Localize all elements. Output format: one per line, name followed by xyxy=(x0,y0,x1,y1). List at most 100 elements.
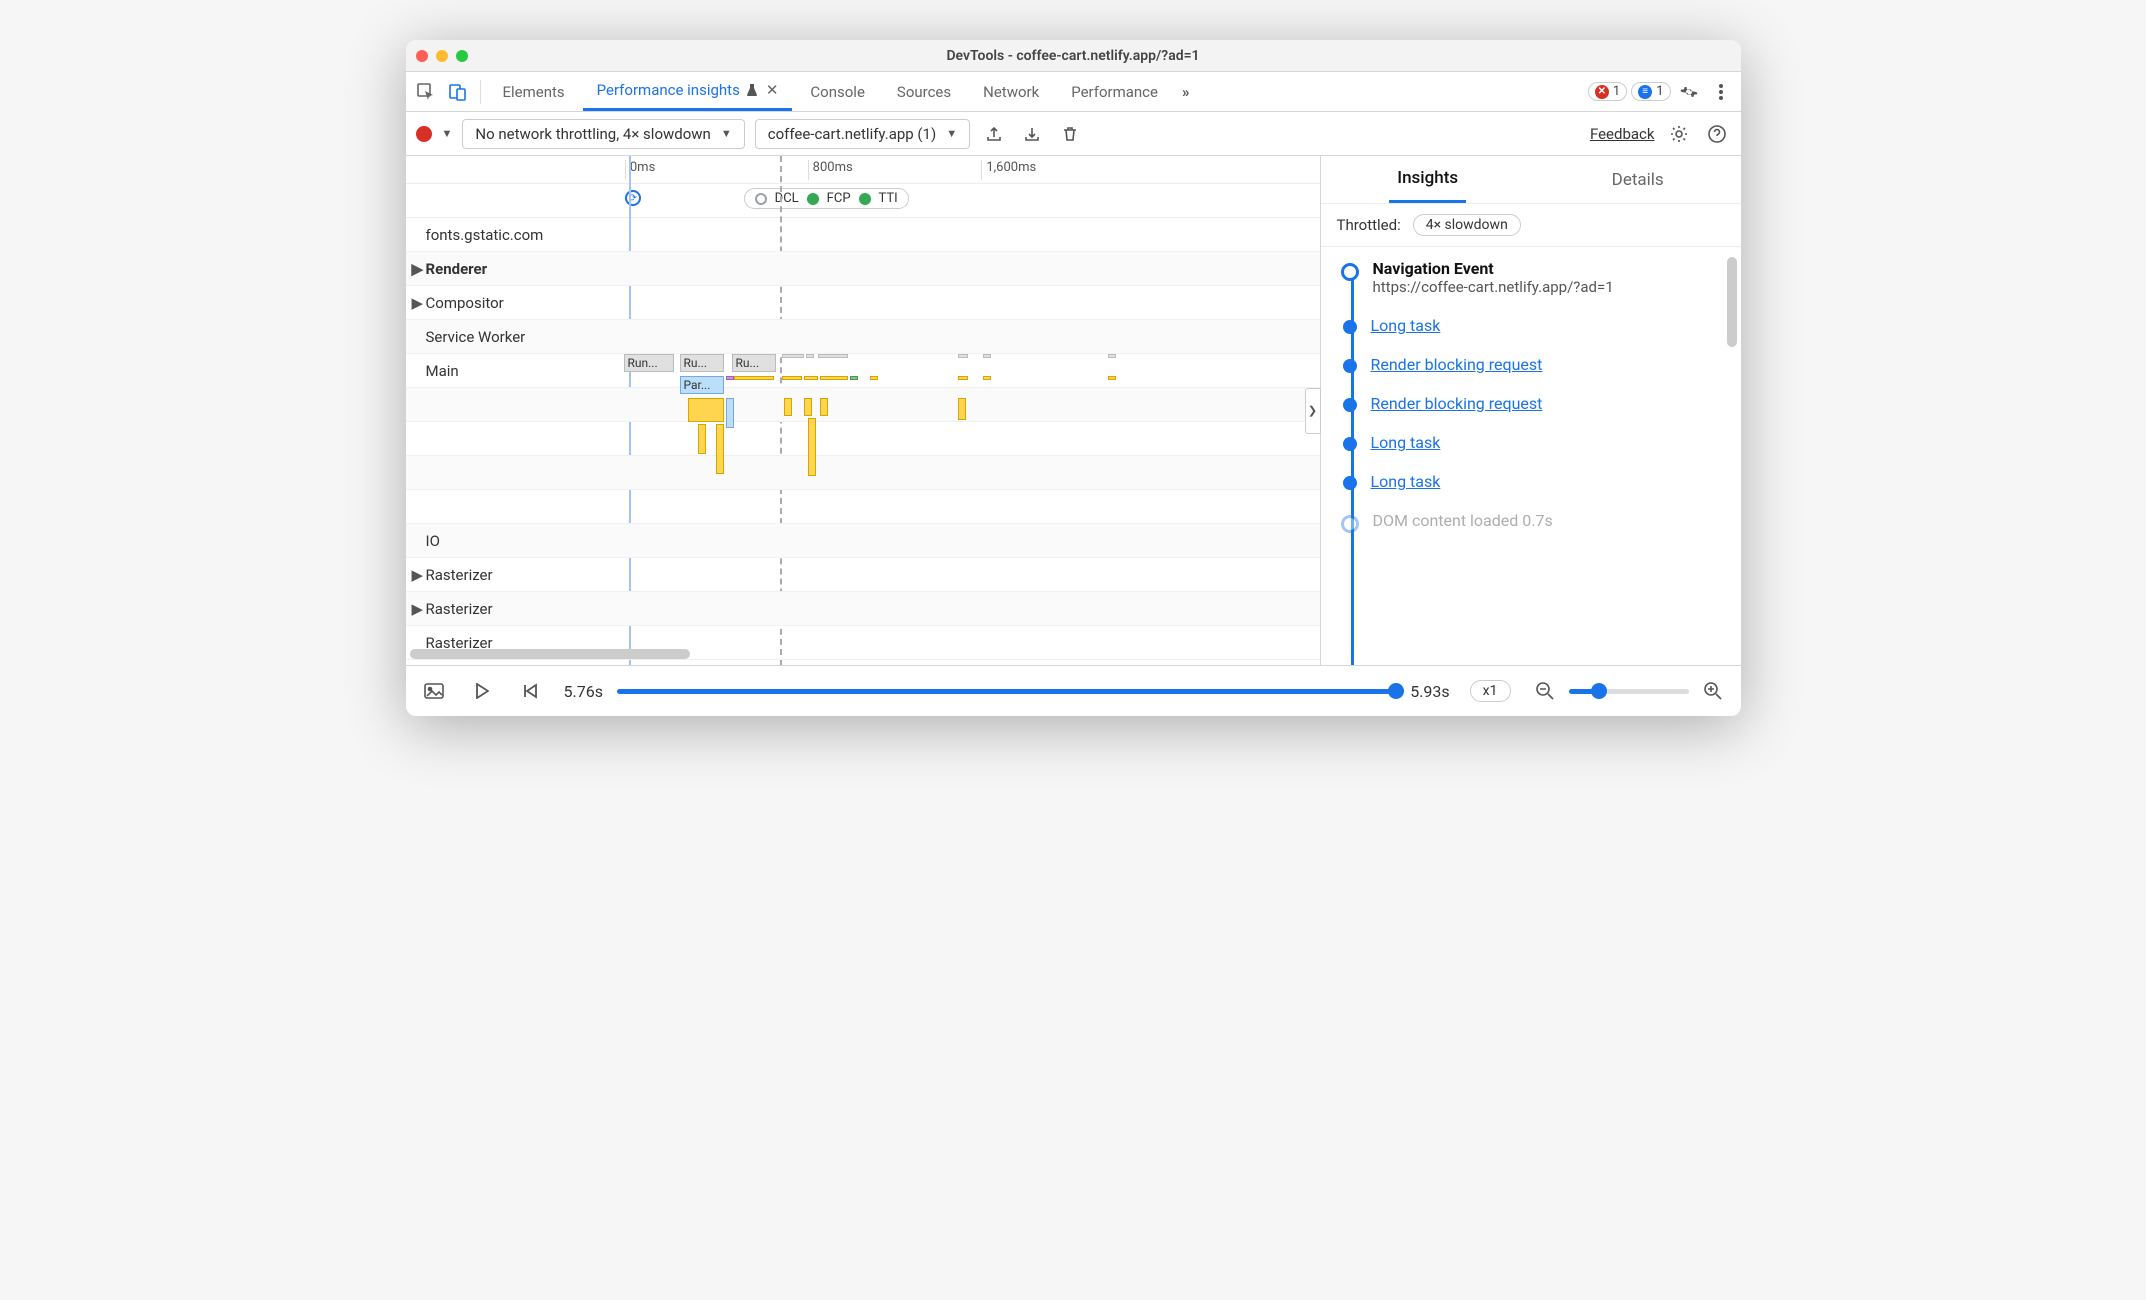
screenshot-icon[interactable] xyxy=(420,677,448,705)
track-label: Service Worker xyxy=(426,328,526,346)
gear-icon[interactable] xyxy=(1665,120,1693,148)
kebab-menu-icon[interactable] xyxy=(1707,78,1735,106)
track-label: Renderer xyxy=(426,260,488,278)
zoom-out-icon[interactable] xyxy=(1531,677,1559,705)
tti-dot xyxy=(859,193,871,205)
errors-badge[interactable]: ✕ 1 xyxy=(1588,82,1627,101)
tab-network[interactable]: Network xyxy=(969,72,1053,111)
flask-icon xyxy=(746,83,758,97)
right-tabs: Insights Details xyxy=(1321,156,1741,204)
zoom-slider[interactable] xyxy=(1569,689,1689,694)
speed-chip[interactable]: x1 xyxy=(1470,680,1511,702)
feedback-link[interactable]: Feedback xyxy=(1590,125,1655,143)
insight-link[interactable]: Render blocking request xyxy=(1371,355,1543,374)
throttled-label: Throttled: xyxy=(1337,216,1401,234)
track-row[interactable] xyxy=(406,456,1320,490)
track-row[interactable]: ▶Renderer xyxy=(406,252,1320,286)
track-row[interactable] xyxy=(406,388,1320,422)
throttle-row: Throttled: 4× slowdown xyxy=(1321,204,1741,247)
track-row[interactable]: fonts.gstatic.com xyxy=(406,218,1320,252)
fcp-dot xyxy=(807,193,819,205)
insight-link[interactable]: Long task xyxy=(1371,433,1441,452)
panel-tabs: Elements Performance insights ✕ Console … xyxy=(406,72,1741,112)
insight-event: Long task xyxy=(1343,316,1731,335)
tti-label: TTI xyxy=(879,191,898,206)
track-row[interactable]: Main xyxy=(406,354,1320,388)
metrics-pill[interactable]: DCL FCP TTI xyxy=(744,188,909,209)
timeline-pane[interactable]: 0ms 800ms 1,600ms ⟳ DCL FCP TTI xyxy=(406,156,1321,665)
event-node xyxy=(1343,359,1357,373)
time-slider[interactable] xyxy=(617,689,1396,694)
tab-close-icon[interactable]: ✕ xyxy=(766,81,779,99)
slider-thumb[interactable] xyxy=(1388,683,1404,699)
tab-label: Performance insights xyxy=(597,81,740,99)
footer: 5.76s 5.93s x1 xyxy=(406,666,1741,716)
tracks: fonts.gstatic.com▶Renderer▶CompositorSer… xyxy=(406,218,1320,665)
tab-insights[interactable]: Insights xyxy=(1389,156,1466,203)
zoom-thumb[interactable] xyxy=(1591,683,1607,699)
record-button[interactable] xyxy=(416,126,432,142)
throttling-dropdown[interactable]: No network throttling, 4× slowdown ▼ xyxy=(462,119,744,149)
page-label: coffee-cart.netlify.app (1) xyxy=(768,125,936,143)
insights-list[interactable]: Navigation Event https://coffee-cart.net… xyxy=(1321,247,1741,665)
page-dropdown[interactable]: coffee-cart.netlify.app (1) ▼ xyxy=(755,119,970,149)
skip-back-icon[interactable] xyxy=(516,677,544,705)
inspect-icon[interactable] xyxy=(412,78,440,106)
insight-event: Render blocking request xyxy=(1343,355,1731,374)
caret-icon: ▶ xyxy=(412,600,426,618)
import-icon[interactable] xyxy=(1018,120,1046,148)
track-row[interactable]: ▶Compositor xyxy=(406,286,1320,320)
track-row[interactable] xyxy=(406,490,1320,524)
throttle-chip[interactable]: 4× slowdown xyxy=(1413,214,1521,236)
devtools-window: DevTools - coffee-cart.netlify.app/?ad=1… xyxy=(406,40,1741,716)
track-row[interactable] xyxy=(406,422,1320,456)
insight-event: Render blocking request xyxy=(1343,394,1731,413)
track-row[interactable]: Service Worker xyxy=(406,320,1320,354)
navigation-marker[interactable]: ⟳ xyxy=(625,190,641,206)
play-icon[interactable] xyxy=(468,677,496,705)
event-node xyxy=(1343,437,1357,451)
messages-count: 1 xyxy=(1656,84,1663,99)
help-icon[interactable] xyxy=(1703,120,1731,148)
nav-event-url: https://coffee-cart.netlify.app/?ad=1 xyxy=(1373,278,1614,296)
tab-performance[interactable]: Performance xyxy=(1057,72,1172,111)
device-toggle-icon[interactable] xyxy=(444,78,472,106)
zoom-in-icon[interactable] xyxy=(1699,677,1727,705)
track-label: Rasterizer xyxy=(426,566,493,584)
right-scrollbar[interactable] xyxy=(1727,257,1737,347)
record-menu-caret[interactable]: ▼ xyxy=(442,127,453,140)
settings-icon[interactable] xyxy=(1675,78,1703,106)
throttling-label: No network throttling, 4× slowdown xyxy=(475,125,710,143)
track-label: IO xyxy=(426,532,440,550)
tab-details[interactable]: Details xyxy=(1604,156,1672,203)
export-icon[interactable] xyxy=(980,120,1008,148)
insight-link[interactable]: Long task xyxy=(1371,316,1441,335)
tab-sources[interactable]: Sources xyxy=(883,72,965,111)
event-node xyxy=(1343,398,1357,412)
nav-event-title: Navigation Event xyxy=(1373,259,1614,278)
insight-event: Navigation Event https://coffee-cart.net… xyxy=(1343,259,1731,296)
track-row[interactable]: IO xyxy=(406,524,1320,558)
insight-event: Long task xyxy=(1343,472,1731,491)
horizontal-scrollbar[interactable] xyxy=(410,649,690,659)
event-node xyxy=(1343,476,1357,490)
tab-performance-insights[interactable]: Performance insights ✕ xyxy=(583,72,793,111)
messages-badge[interactable]: ≡ 1 xyxy=(1631,82,1670,101)
insight-link[interactable]: Render blocking request xyxy=(1371,394,1543,413)
track-label: Compositor xyxy=(426,294,504,312)
track-label: Rasterizer xyxy=(426,600,493,618)
markers-row: ⟳ DCL FCP TTI xyxy=(406,184,1320,218)
tab-console[interactable]: Console xyxy=(796,72,879,111)
insight-link[interactable]: Long task xyxy=(1371,472,1441,491)
track-row[interactable]: ▶Rasterizer xyxy=(406,558,1320,592)
error-icon: ✕ xyxy=(1595,85,1609,99)
more-tabs-icon[interactable]: » xyxy=(1176,83,1196,101)
tab-elements[interactable]: Elements xyxy=(489,72,579,111)
track-label: Main xyxy=(426,362,459,380)
dcl-dot xyxy=(755,193,767,205)
track-row[interactable]: ▶Rasterizer xyxy=(406,592,1320,626)
delete-icon[interactable] xyxy=(1056,120,1084,148)
dcl-label: DCL xyxy=(775,191,799,206)
sidebar-expand-handle[interactable]: ❯ xyxy=(1305,388,1321,434)
fcp-label: FCP xyxy=(827,191,851,206)
